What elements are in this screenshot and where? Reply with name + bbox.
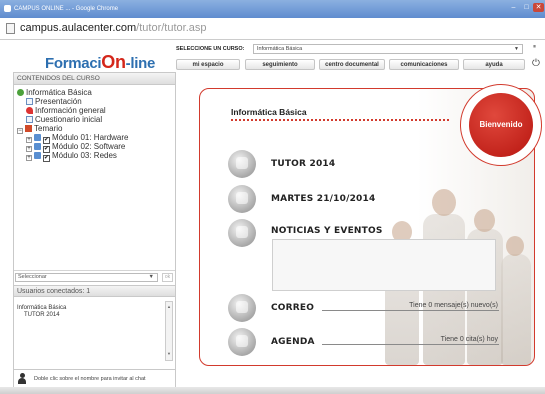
tree-item-modulo-3[interactable]: + ✔ Módulo 03: Redes	[26, 151, 117, 162]
nav-comunicaciones-button[interactable]: comunicaciones	[389, 59, 459, 70]
user-select[interactable]: Seleccionar ▼	[15, 273, 158, 282]
scroll-down-icon[interactable]: ▼	[166, 351, 172, 358]
chat-hint-text: Doble clic sobre el nombre para invitar …	[34, 376, 146, 382]
url-path: /tutor/tutor.asp	[136, 22, 207, 34]
chevron-down-icon: ▼	[514, 46, 519, 52]
tree-item-label: Presentación	[35, 97, 82, 106]
correo-divider	[322, 310, 499, 311]
news-events-label: NOTICIAS Y EVENTOS	[271, 226, 383, 236]
tree-item-label: Módulo 03: Redes	[52, 151, 117, 160]
maximize-icon[interactable]: □	[521, 3, 532, 12]
select-ok-button[interactable]: ok	[162, 273, 173, 282]
tree-root[interactable]: Informática Básica	[17, 88, 92, 97]
chevron-down-icon: ▼	[148, 274, 154, 280]
browser-window-title: CAMPUS ONLINE ... - Google Chrome	[14, 6, 119, 12]
chat-hint-row: Doble clic sobre el nombre para invitar …	[14, 369, 175, 387]
page-favicon-icon	[4, 5, 11, 12]
address-bar[interactable]: campus.aulacenter.com/tutor/tutor.asp	[0, 18, 545, 40]
folder-icon	[34, 134, 41, 141]
course-tree: Informática Básica Presentación Informac…	[14, 85, 175, 270]
document-icon	[26, 98, 33, 105]
title-divider	[231, 119, 449, 121]
pin-icon	[26, 107, 33, 114]
expand-icon[interactable]: +	[26, 155, 32, 161]
left-panel: CONTENIDOS DEL CURSO Informática Básica …	[13, 72, 176, 388]
site-logo[interactable]: FormaciOn-line	[45, 52, 155, 73]
tree-item-label: Módulo 02: Software	[52, 142, 126, 151]
course-title: Informática Básica	[231, 107, 307, 117]
globe-icon	[17, 89, 24, 96]
site-header: FormaciOn-line SELECCIONE UN CURSO: Info…	[0, 40, 545, 72]
logo-part-1: Formaci	[45, 55, 102, 72]
mail-icon[interactable]	[228, 294, 256, 322]
bottom-scrollbar[interactable]	[0, 387, 545, 394]
logout-power-icon[interactable]: ⏻	[532, 58, 540, 69]
news-icon	[228, 219, 256, 247]
calendar-icon	[228, 185, 256, 213]
user-list-item[interactable]: TUTOR 2014	[24, 312, 60, 318]
agenda-icon[interactable]	[228, 328, 256, 356]
url-text[interactable]: campus.aulacenter.com/tutor/tutor.asp	[20, 22, 207, 34]
logo-part-2: On	[101, 52, 126, 72]
tree-item-presentacion[interactable]: Presentación	[26, 97, 82, 106]
user-select-placeholder: Seleccionar	[18, 274, 47, 280]
minimize-icon[interactable]: –	[508, 3, 519, 12]
tree-item-label: Módulo 01: Hardware	[52, 133, 129, 142]
url-host: campus.aulacenter.com	[20, 22, 137, 34]
scroll-up-icon[interactable]: ▲	[166, 304, 172, 311]
agenda-status[interactable]: Tiene 0 cita(s) hoy	[322, 336, 498, 343]
user-list-item[interactable]: Informática Básica	[17, 305, 66, 311]
user-select-row: Seleccionar ▼ ok	[14, 270, 175, 282]
welcome-badge: Bienvenido	[469, 93, 533, 157]
correo-status[interactable]: Tiene 0 mensaje(s) nuevo(s)	[322, 302, 498, 309]
checkbox-checked-icon[interactable]: ✔	[43, 155, 50, 162]
news-events-box	[272, 239, 496, 291]
nav-centro-documental-button[interactable]: centro documental	[319, 59, 385, 70]
collapse-icon[interactable]: −	[17, 128, 23, 134]
tutor-icon	[228, 150, 256, 178]
tree-item-label: Información general	[35, 106, 106, 115]
tree-item-label: Temario	[34, 124, 63, 133]
connected-users-list: Informática Básica TUTOR 2014	[14, 297, 175, 360]
tree-item-cuestionario[interactable]: Cuestionario inicial	[26, 115, 102, 124]
course-select-label: SELECCIONE UN CURSO:	[176, 46, 245, 52]
quiz-icon	[26, 116, 33, 123]
course-select-value: Informática Básica	[257, 46, 303, 52]
agenda-divider	[322, 344, 499, 345]
tree-item-info-general[interactable]: Información general	[26, 106, 106, 115]
nav-ayuda-button[interactable]: ayuda	[463, 59, 525, 70]
nav-seguimiento-button[interactable]: seguimiento	[245, 59, 315, 70]
pause-icon[interactable]: ⏸	[533, 44, 536, 51]
course-contents-header: CONTENIDOS DEL CURSO	[14, 73, 175, 85]
nav-mi-espacio-button[interactable]: mi espacio	[176, 59, 240, 70]
folder-icon	[34, 143, 41, 150]
tutor-label: TUTOR 2014	[271, 159, 336, 169]
folder-icon	[34, 152, 41, 159]
tree-item-label: Cuestionario inicial	[35, 115, 103, 124]
users-scrollbar[interactable]: ▲ ▼	[165, 301, 173, 361]
course-select[interactable]: Informática Básica ▼	[253, 44, 523, 54]
logo-part-3: -line	[125, 55, 156, 72]
page-icon	[6, 23, 15, 34]
correo-link[interactable]: CORREO	[271, 303, 314, 313]
book-icon	[25, 125, 32, 132]
tree-root-label: Informática Básica	[26, 88, 92, 97]
user-chat-icon	[18, 373, 26, 384]
connected-users-header: Usuarios conectados: 1	[14, 285, 175, 297]
date-label: MARTES 21/10/2014	[271, 194, 376, 204]
close-window-icon[interactable]: ✕	[533, 3, 544, 12]
browser-title-bar: CAMPUS ONLINE ... - Google Chrome – □ ✕	[0, 0, 545, 18]
agenda-link[interactable]: AGENDA	[271, 337, 315, 347]
